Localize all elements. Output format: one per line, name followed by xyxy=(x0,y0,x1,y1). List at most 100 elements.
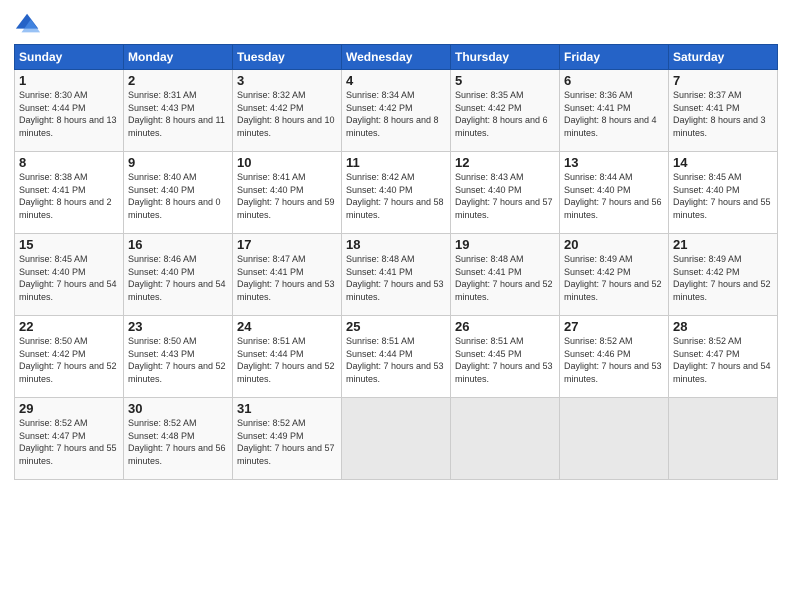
day-number: 15 xyxy=(19,237,119,252)
day-cell: 30Sunrise: 8:52 AMSunset: 4:48 PMDayligh… xyxy=(124,398,233,480)
day-cell: 18Sunrise: 8:48 AMSunset: 4:41 PMDayligh… xyxy=(342,234,451,316)
day-number: 12 xyxy=(455,155,555,170)
day-info: Sunrise: 8:45 AMSunset: 4:40 PMDaylight:… xyxy=(673,171,773,221)
week-row-4: 22Sunrise: 8:50 AMSunset: 4:42 PMDayligh… xyxy=(15,316,778,398)
header-cell-tuesday: Tuesday xyxy=(233,45,342,70)
day-number: 10 xyxy=(237,155,337,170)
day-cell: 22Sunrise: 8:50 AMSunset: 4:42 PMDayligh… xyxy=(15,316,124,398)
day-info: Sunrise: 8:51 AMSunset: 4:44 PMDaylight:… xyxy=(237,335,337,385)
day-info: Sunrise: 8:35 AMSunset: 4:42 PMDaylight:… xyxy=(455,89,555,139)
day-info: Sunrise: 8:42 AMSunset: 4:40 PMDaylight:… xyxy=(346,171,446,221)
day-number: 17 xyxy=(237,237,337,252)
day-cell: 27Sunrise: 8:52 AMSunset: 4:46 PMDayligh… xyxy=(560,316,669,398)
day-cell: 6Sunrise: 8:36 AMSunset: 4:41 PMDaylight… xyxy=(560,70,669,152)
day-info: Sunrise: 8:48 AMSunset: 4:41 PMDaylight:… xyxy=(346,253,446,303)
day-cell: 7Sunrise: 8:37 AMSunset: 4:41 PMDaylight… xyxy=(669,70,778,152)
day-info: Sunrise: 8:30 AMSunset: 4:44 PMDaylight:… xyxy=(19,89,119,139)
day-number: 14 xyxy=(673,155,773,170)
day-info: Sunrise: 8:49 AMSunset: 4:42 PMDaylight:… xyxy=(564,253,664,303)
day-cell: 12Sunrise: 8:43 AMSunset: 4:40 PMDayligh… xyxy=(451,152,560,234)
day-info: Sunrise: 8:52 AMSunset: 4:48 PMDaylight:… xyxy=(128,417,228,467)
day-info: Sunrise: 8:52 AMSunset: 4:47 PMDaylight:… xyxy=(19,417,119,467)
day-number: 28 xyxy=(673,319,773,334)
day-cell: 24Sunrise: 8:51 AMSunset: 4:44 PMDayligh… xyxy=(233,316,342,398)
day-cell: 25Sunrise: 8:51 AMSunset: 4:44 PMDayligh… xyxy=(342,316,451,398)
day-number: 4 xyxy=(346,73,446,88)
day-number: 27 xyxy=(564,319,664,334)
day-cell: 17Sunrise: 8:47 AMSunset: 4:41 PMDayligh… xyxy=(233,234,342,316)
header-cell-sunday: Sunday xyxy=(15,45,124,70)
header-cell-wednesday: Wednesday xyxy=(342,45,451,70)
day-number: 22 xyxy=(19,319,119,334)
day-cell: 5Sunrise: 8:35 AMSunset: 4:42 PMDaylight… xyxy=(451,70,560,152)
day-info: Sunrise: 8:50 AMSunset: 4:43 PMDaylight:… xyxy=(128,335,228,385)
day-number: 5 xyxy=(455,73,555,88)
day-number: 23 xyxy=(128,319,228,334)
header-row: SundayMondayTuesdayWednesdayThursdayFrid… xyxy=(15,45,778,70)
day-number: 13 xyxy=(564,155,664,170)
day-cell: 4Sunrise: 8:34 AMSunset: 4:42 PMDaylight… xyxy=(342,70,451,152)
day-number: 8 xyxy=(19,155,119,170)
day-cell: 14Sunrise: 8:45 AMSunset: 4:40 PMDayligh… xyxy=(669,152,778,234)
day-cell: 2Sunrise: 8:31 AMSunset: 4:43 PMDaylight… xyxy=(124,70,233,152)
day-number: 2 xyxy=(128,73,228,88)
day-cell: 8Sunrise: 8:38 AMSunset: 4:41 PMDaylight… xyxy=(15,152,124,234)
day-cell: 13Sunrise: 8:44 AMSunset: 4:40 PMDayligh… xyxy=(560,152,669,234)
day-info: Sunrise: 8:45 AMSunset: 4:40 PMDaylight:… xyxy=(19,253,119,303)
day-info: Sunrise: 8:44 AMSunset: 4:40 PMDaylight:… xyxy=(564,171,664,221)
day-info: Sunrise: 8:31 AMSunset: 4:43 PMDaylight:… xyxy=(128,89,228,139)
day-info: Sunrise: 8:38 AMSunset: 4:41 PMDaylight:… xyxy=(19,171,119,221)
day-info: Sunrise: 8:37 AMSunset: 4:41 PMDaylight:… xyxy=(673,89,773,139)
day-info: Sunrise: 8:50 AMSunset: 4:42 PMDaylight:… xyxy=(19,335,119,385)
header-cell-thursday: Thursday xyxy=(451,45,560,70)
day-info: Sunrise: 8:51 AMSunset: 4:45 PMDaylight:… xyxy=(455,335,555,385)
day-number: 3 xyxy=(237,73,337,88)
day-info: Sunrise: 8:51 AMSunset: 4:44 PMDaylight:… xyxy=(346,335,446,385)
logo-icon xyxy=(14,10,42,38)
day-cell: 19Sunrise: 8:48 AMSunset: 4:41 PMDayligh… xyxy=(451,234,560,316)
day-info: Sunrise: 8:52 AMSunset: 4:46 PMDaylight:… xyxy=(564,335,664,385)
day-number: 24 xyxy=(237,319,337,334)
day-info: Sunrise: 8:49 AMSunset: 4:42 PMDaylight:… xyxy=(673,253,773,303)
week-row-1: 1Sunrise: 8:30 AMSunset: 4:44 PMDaylight… xyxy=(15,70,778,152)
day-number: 9 xyxy=(128,155,228,170)
day-number: 6 xyxy=(564,73,664,88)
day-cell: 10Sunrise: 8:41 AMSunset: 4:40 PMDayligh… xyxy=(233,152,342,234)
day-info: Sunrise: 8:34 AMSunset: 4:42 PMDaylight:… xyxy=(346,89,446,139)
day-cell: 23Sunrise: 8:50 AMSunset: 4:43 PMDayligh… xyxy=(124,316,233,398)
day-cell xyxy=(560,398,669,480)
week-row-5: 29Sunrise: 8:52 AMSunset: 4:47 PMDayligh… xyxy=(15,398,778,480)
day-number: 21 xyxy=(673,237,773,252)
day-cell xyxy=(451,398,560,480)
calendar-body: 1Sunrise: 8:30 AMSunset: 4:44 PMDaylight… xyxy=(15,70,778,480)
header-cell-friday: Friday xyxy=(560,45,669,70)
day-number: 7 xyxy=(673,73,773,88)
week-row-2: 8Sunrise: 8:38 AMSunset: 4:41 PMDaylight… xyxy=(15,152,778,234)
day-number: 29 xyxy=(19,401,119,416)
day-number: 16 xyxy=(128,237,228,252)
day-cell: 31Sunrise: 8:52 AMSunset: 4:49 PMDayligh… xyxy=(233,398,342,480)
header-cell-saturday: Saturday xyxy=(669,45,778,70)
day-cell: 26Sunrise: 8:51 AMSunset: 4:45 PMDayligh… xyxy=(451,316,560,398)
day-cell: 9Sunrise: 8:40 AMSunset: 4:40 PMDaylight… xyxy=(124,152,233,234)
header-cell-monday: Monday xyxy=(124,45,233,70)
week-row-3: 15Sunrise: 8:45 AMSunset: 4:40 PMDayligh… xyxy=(15,234,778,316)
logo xyxy=(14,10,46,38)
day-number: 31 xyxy=(237,401,337,416)
day-cell: 16Sunrise: 8:46 AMSunset: 4:40 PMDayligh… xyxy=(124,234,233,316)
day-cell xyxy=(669,398,778,480)
calendar-header: SundayMondayTuesdayWednesdayThursdayFrid… xyxy=(15,45,778,70)
main-container: SundayMondayTuesdayWednesdayThursdayFrid… xyxy=(0,0,792,486)
day-info: Sunrise: 8:40 AMSunset: 4:40 PMDaylight:… xyxy=(128,171,228,221)
day-info: Sunrise: 8:46 AMSunset: 4:40 PMDaylight:… xyxy=(128,253,228,303)
day-info: Sunrise: 8:52 AMSunset: 4:47 PMDaylight:… xyxy=(673,335,773,385)
day-info: Sunrise: 8:36 AMSunset: 4:41 PMDaylight:… xyxy=(564,89,664,139)
header xyxy=(14,10,778,38)
day-cell: 11Sunrise: 8:42 AMSunset: 4:40 PMDayligh… xyxy=(342,152,451,234)
day-number: 1 xyxy=(19,73,119,88)
day-info: Sunrise: 8:48 AMSunset: 4:41 PMDaylight:… xyxy=(455,253,555,303)
day-number: 30 xyxy=(128,401,228,416)
day-info: Sunrise: 8:47 AMSunset: 4:41 PMDaylight:… xyxy=(237,253,337,303)
day-cell: 15Sunrise: 8:45 AMSunset: 4:40 PMDayligh… xyxy=(15,234,124,316)
day-number: 26 xyxy=(455,319,555,334)
